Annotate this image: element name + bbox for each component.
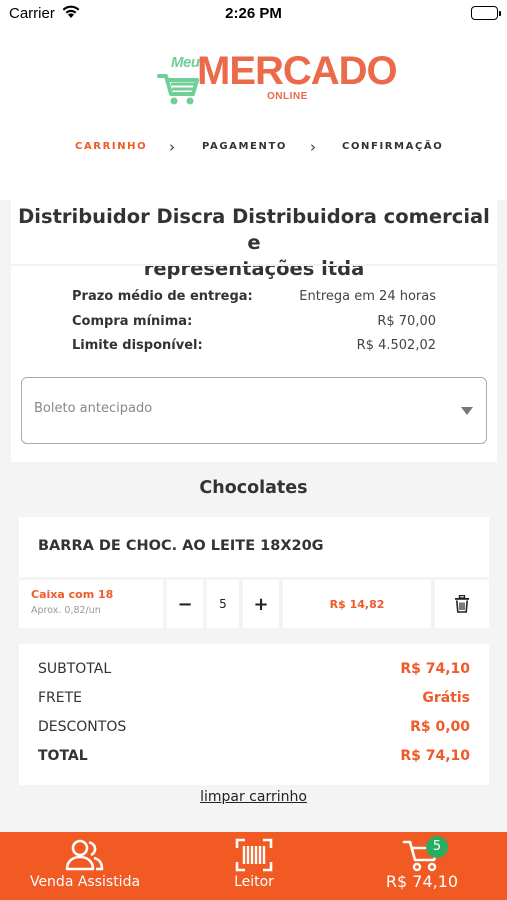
header: Meu MERCADO ONLINE CARRINHO › PAGAMENTO … [0, 26, 507, 200]
tab-assisted-sale[interactable]: Venda Assistida [20, 832, 150, 900]
product-price: R$ 14,82 [283, 580, 431, 628]
payment-method-select[interactable]: Boleto antecipado [21, 377, 487, 444]
total-value: R$ 74,10 [400, 748, 470, 764]
cart-total: R$ 74,10 [385, 872, 459, 891]
info-label: Compra mínima: [72, 314, 193, 329]
dropdown-arrow-icon [461, 407, 473, 415]
total-value: Grátis [422, 690, 470, 706]
discounts-row: DESCONTOS R$ 0,00 [38, 719, 470, 739]
plus-icon: + [253, 593, 269, 615]
decrease-quantity-button[interactable]: − [167, 580, 203, 628]
minus-icon: − [177, 593, 193, 615]
logo-meu-text: Meu [171, 54, 200, 71]
battery-icon [471, 6, 501, 20]
brand-logo: Meu MERCADO ONLINE [155, 48, 398, 114]
grand-total-row: TOTAL R$ 74,10 [38, 748, 470, 768]
distributor-name-line2: representações ltda [143, 257, 365, 280]
tab-label: Leitor [234, 874, 274, 890]
total-label: SUBTOTAL [38, 661, 112, 677]
payment-method-value: Boleto antecipado [34, 401, 153, 416]
chevron-right-icon: › [169, 138, 175, 156]
step-confirmacao[interactable]: CONFIRMAÇÃO [342, 141, 443, 152]
tab-cart[interactable]: 5 R$ 74,10 [372, 832, 472, 900]
info-label: Prazo médio de entrega: [72, 289, 253, 304]
quantity-field[interactable]: 5 [207, 580, 239, 628]
clear-cart-link[interactable]: limpar carrinho [0, 789, 507, 805]
distributor-name: Distribuidor Discra Distribuidora comerc… [11, 204, 497, 282]
cart-logo-icon [157, 74, 199, 105]
logo-mercado-text: MERCADO [197, 49, 398, 93]
total-label: TOTAL [38, 748, 88, 764]
unit-approx-price: Aprox. 0,82/un [31, 605, 101, 616]
step-carrinho[interactable]: CARRINHO [75, 141, 147, 152]
checkout-steps: CARRINHO › PAGAMENTO › CONFIRMAÇÃO [0, 138, 507, 161]
subtotal-row: SUBTOTAL R$ 74,10 [38, 661, 470, 681]
price-value: R$ 14,82 [329, 597, 385, 611]
cart-count-badge: 5 [426, 836, 448, 858]
info-label: Limite disponível: [72, 338, 203, 353]
chevron-right-icon: › [310, 138, 316, 156]
divider [11, 264, 497, 266]
trash-icon [455, 595, 469, 613]
unit-label: Caixa com 18 [31, 588, 114, 601]
step-pagamento[interactable]: PAGAMENTO [202, 141, 287, 152]
bottom-tab-bar: Venda Assistida Leitor 5 R$ 74,10 [0, 832, 507, 900]
clock-time: 2:26 PM [225, 5, 282, 22]
tab-reader[interactable]: Leitor [200, 832, 308, 900]
users-icon [65, 839, 104, 871]
info-row-min-purchase: Compra mínima: R$ 70,00 [72, 314, 436, 334]
total-value: R$ 74,10 [400, 661, 470, 677]
totals-card: SUBTOTAL R$ 74,10 FRETE Grátis DESCONTOS… [19, 644, 489, 785]
remove-item-button[interactable] [435, 580, 489, 628]
quantity-value: 5 [219, 597, 227, 611]
shipping-row: FRETE Grátis [38, 690, 470, 710]
barcode-scanner-icon [235, 838, 273, 872]
total-label: FRETE [38, 690, 83, 706]
unit-selector[interactable]: Caixa com 18 Aprox. 0,82/un [19, 580, 163, 628]
info-row-delivery: Prazo médio de entrega: Entrega em 24 ho… [72, 289, 436, 309]
info-value: Entrega em 24 horas [299, 289, 436, 304]
increase-quantity-button[interactable]: + [243, 580, 279, 628]
distributor-name-line1: Distribuidor Discra Distribuidora comerc… [18, 205, 490, 254]
total-value: R$ 0,00 [410, 719, 470, 735]
category-title: Chocolates [199, 478, 308, 498]
total-label: DESCONTOS [38, 719, 127, 735]
tab-label: Venda Assistida [29, 874, 141, 890]
status-bar: Carrier 2:26 PM [0, 0, 507, 26]
product-card: BARRA DE CHOC. AO LEITE 18X20G [19, 517, 489, 577]
logo-online-text: ONLINE [267, 91, 308, 102]
distributor-card: Distribuidor Discra Distribuidora comerc… [11, 200, 497, 462]
product-name: BARRA DE CHOC. AO LEITE 18X20G [38, 538, 324, 554]
info-value: R$ 70,00 [377, 314, 436, 329]
info-value: R$ 4.502,02 [356, 338, 436, 353]
info-row-limit: Limite disponível: R$ 4.502,02 [72, 338, 436, 358]
